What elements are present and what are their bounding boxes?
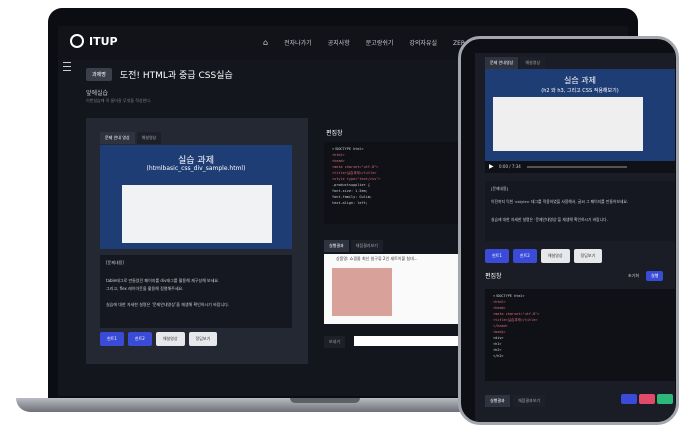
tab-grading[interactable]: 채점결과보기: [350, 240, 383, 252]
phone-hint2-button[interactable]: 힌트2: [512, 249, 537, 263]
product-image: [332, 268, 392, 316]
logo-icon: [70, 34, 84, 48]
result-text: 상품명: 쇼핑몰 최신 침구류 2인 세트이불 침대...: [336, 256, 418, 261]
hamburger-icon[interactable]: [63, 62, 71, 71]
video-slide[interactable]: 실습 과제 (htmlbasic_css_div_sample.html): [100, 145, 292, 249]
phone-screen: 문제 안내영상 해설영상 실습 과제 (h2 와 h3, 그리고 CSS 적용해…: [475, 53, 675, 422]
submit-input[interactable]: [354, 336, 464, 346]
desc-line-2: 그리고, flex 레이아웃을 활용해 정렬해주세요.: [106, 286, 184, 291]
phone-tab-solution[interactable]: 해설영상: [520, 57, 546, 69]
desc-line-4: 실습에 대한 자세한 설명은 ‘문제안내영상’을 재생해 확인하시기 바랍니다.: [106, 302, 230, 307]
code-line: text-align: left;: [332, 201, 368, 205]
phone-editor-label: 편집창: [485, 273, 502, 280]
problem-description: [문제내용] table태그로 만들었던 페이지를 div태그를 활용해 재구성…: [100, 255, 292, 328]
code-line: </h2>: [493, 354, 504, 358]
phone-desc-title: [문제내용]: [491, 186, 508, 191]
phone-frame: 문제 안내영상 해설영상 실습 과제 (h2 와 h3, 그리고 CSS 적용해…: [458, 36, 679, 425]
hint2-button[interactable]: 힌트2: [127, 332, 152, 346]
nav-item-4[interactable]: 강의자유실: [409, 38, 437, 47]
footer-color-button-1[interactable]: [621, 394, 637, 404]
hint-buttons: 힌트1 힌트2 해설영상 정답보기: [100, 332, 218, 346]
footer-color-button-2[interactable]: [639, 394, 655, 404]
play-icon[interactable]: ▶: [489, 163, 494, 170]
desc-title: [문제내용]: [106, 260, 124, 265]
tab-result[interactable]: 실행결과: [324, 240, 349, 252]
result-preview: 상품명: 쇼핑몰 최신 침구류 2인 세트이불 침대...: [324, 254, 464, 324]
problem-panel: 문제 안내 영상 해설영상 실습 과제 (htmlbasic_css_div_s…: [86, 118, 308, 364]
phone-slide-screenshot: [493, 97, 643, 151]
code-block: <!DOCTYPE html> <html> <head> <meta char…: [332, 146, 380, 206]
section-title: 앞에실습: [86, 90, 109, 97]
phone-editor-actions: 초기화 실행: [625, 271, 664, 281]
phone-code-editor[interactable]: <!DOCTYPE html> <html> <head> <meta char…: [485, 289, 675, 381]
submit-bar: 보내기: [324, 336, 464, 348]
phone-video-slide[interactable]: 실습 과제 (h2 와 h3, 그리고 CSS 적용해보기): [485, 69, 675, 161]
nav-item-2[interactable]: 공지사항: [328, 38, 350, 47]
video-progress[interactable]: [527, 166, 627, 168]
page-header: 과제명 도전! HTML과 중급 CSS실습: [86, 68, 233, 81]
logo[interactable]: ITUP: [70, 34, 118, 48]
footer-color-button-3[interactable]: [657, 394, 673, 404]
video-controls: ▶ 0:00 / 7:34: [485, 161, 675, 173]
phone-problem-description: [문제내용] 이전까지 익힌 <style> 태그를 적용하였을 사용해서, 글…: [485, 181, 675, 241]
main-nav: ⌂ 전자나가기 공지사항 문고랑쉬기 강의자유실 ZEP 무: [263, 38, 472, 47]
nav-item-1[interactable]: 전자나가기: [284, 38, 312, 47]
phone-desc-line-3: 실습에 대한 자세한 설명은 ‘문제안내영상’을 재생해 확인하시기 바랍니다.: [491, 217, 608, 222]
phone-tab-result[interactable]: 실행결과: [485, 395, 510, 407]
run-button[interactable]: 실행: [646, 271, 664, 281]
phone-desc-line-1: 이전까지 익힌 <style> 태그를 적용하였을 사용해서, 글씨 그 페이지…: [491, 199, 629, 204]
video-tabs: 문제 안내 영상 해설영상: [100, 132, 162, 144]
result-tabs: 실행결과 채점결과보기: [324, 240, 383, 252]
phone-slide-subtitle: (h2 와 h3, 그리고 CSS 적용해보기): [541, 88, 619, 94]
laptop-notch: [290, 398, 360, 403]
phone-video-tabs: 문제 안내영상 해설영상: [485, 57, 546, 69]
phone-hint-buttons: 힌트1 힌트2 해설영상 정답보기: [485, 249, 603, 263]
phone-slide-title: 실습 과제: [564, 76, 596, 85]
send-button[interactable]: 보내기: [324, 336, 346, 348]
tab-guide-video[interactable]: 문제 안내 영상: [100, 132, 135, 144]
nav-item-3[interactable]: 문고랑쉬기: [366, 38, 394, 47]
code-editor[interactable]: <!DOCTYPE html> <html> <head> <meta char…: [324, 142, 464, 224]
phone-hint1-button[interactable]: 힌트1: [485, 249, 509, 263]
desc-line-1: table태그로 만들었던 페이지를 div태그를 활용해 재구성해 보세요.: [106, 278, 220, 283]
tab-solution-video[interactable]: 해설영상: [136, 132, 162, 144]
phone-code-block: <!DOCTYPE html> <html> <head> <meta char…: [493, 293, 539, 359]
section-subtitle: 이번실습에 꼭 들어갈 무엇을 작성한다.: [86, 98, 152, 103]
slide-screenshot: [122, 185, 272, 243]
phone-answer-button[interactable]: 정답보기: [573, 249, 603, 263]
reset-button[interactable]: 초기화: [625, 271, 642, 281]
home-icon[interactable]: ⌂: [263, 38, 268, 47]
phone-tab-guide[interactable]: 문제 안내영상: [485, 57, 519, 69]
phone-tab-grading[interactable]: 채점결과보기: [513, 395, 546, 407]
page-title: 도전! HTML과 중급 CSS실습: [119, 71, 233, 81]
hint1-button[interactable]: 힌트1: [100, 332, 124, 346]
slide-subtitle: (htmlbasic_css_div_sample.html): [146, 165, 246, 172]
answer-button[interactable]: 정답보기: [188, 332, 218, 346]
editor-label: 편집창: [326, 130, 343, 137]
status-badge: 과제명: [86, 68, 112, 81]
phone-solution-button[interactable]: 해설영상: [540, 249, 570, 263]
solution-video-button[interactable]: 해설영상: [155, 332, 185, 346]
video-time: 0:00 / 7:34: [499, 164, 521, 169]
